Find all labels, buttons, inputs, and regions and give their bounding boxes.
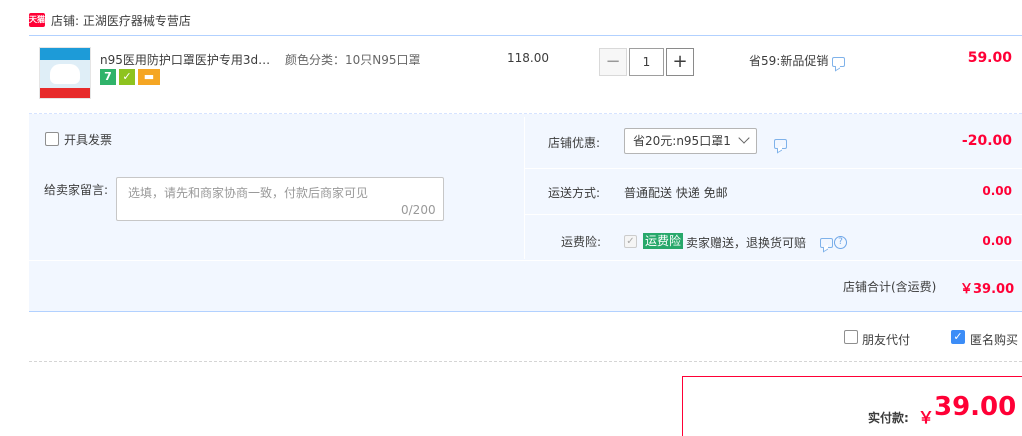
insurance-label: 运费险:: [561, 235, 602, 249]
item-subtotal: 59.00: [967, 50, 1012, 66]
divider: [524, 117, 525, 259]
decrease-quantity-button[interactable]: −: [599, 48, 627, 76]
shipping-method: 普通配送 快递 免邮: [624, 186, 728, 200]
insurance-description: 卖家赠送，退换货可赔: [686, 236, 807, 250]
anonymous-checkbox[interactable]: ✓: [951, 330, 965, 344]
shop-name-link[interactable]: 店铺: 正湖医疗器械专营店: [51, 12, 191, 29]
coupon-select[interactable]: 省20元:n95口罩1: [624, 128, 757, 154]
shop-total-amount: ￥39.00: [960, 282, 1015, 297]
divider: [29, 260, 1022, 261]
shop-discount-amount: -20.00: [961, 133, 1012, 149]
promotion-info: 省59:新品促销: [749, 52, 846, 69]
promotion-label: 省59:新品促销: [749, 54, 829, 68]
anonymous-label[interactable]: 匿名购买: [970, 331, 1018, 348]
insurance-help: ?: [816, 235, 847, 249]
friend-pay-label[interactable]: 朋友代付: [862, 331, 910, 348]
insurance-checkbox: ✓: [624, 235, 637, 248]
tmall-logo: 天猫: [29, 13, 45, 27]
coupon-selected-value: 省20元:n95口罩1: [633, 134, 731, 148]
seven-day-return-icon[interactable]: 7: [100, 69, 116, 85]
pay-currency: ￥: [918, 408, 935, 427]
divider: [29, 361, 1022, 362]
divider: [525, 168, 1022, 169]
chevron-down-icon: [738, 132, 750, 144]
chat-icon[interactable]: [832, 56, 846, 67]
coupon-label: 店铺优惠:: [548, 136, 601, 150]
chat-icon[interactable]: [820, 237, 833, 248]
shipping-label: 运送方式:: [548, 186, 601, 200]
message-placeholder: 选填，请先和商家协商一致，付款后商家可见: [128, 186, 369, 200]
product-title-link[interactable]: n95医用防护口罩医护专用3d立...: [100, 51, 280, 68]
quantity-input[interactable]: 1: [629, 48, 664, 76]
pay-amount: 39.00: [934, 392, 1017, 422]
coupon-chat: [770, 136, 787, 150]
order-item-row: [29, 36, 1022, 114]
insurance-fee: 0.00: [982, 234, 1012, 248]
chat-icon[interactable]: [774, 138, 787, 149]
divider: [525, 214, 1022, 215]
invoice-checkbox[interactable]: [45, 132, 59, 146]
credit-card-icon[interactable]: ▬: [138, 69, 160, 85]
product-spec: 颜色分类：10只N95口罩: [285, 53, 421, 67]
insurance-tag: 运费险: [643, 233, 684, 249]
invoice-label[interactable]: 开具发票: [64, 131, 112, 148]
guarantee-icon[interactable]: ✓: [119, 69, 135, 85]
shop-total-label: 店铺合计(含运费): [843, 280, 937, 294]
shipping-fee: 0.00: [982, 184, 1012, 198]
pay-label: 实付款:: [868, 411, 909, 425]
help-icon[interactable]: ?: [834, 236, 847, 249]
product-thumbnail[interactable]: [39, 47, 91, 99]
service-badges: 7 ✓ ▬: [100, 69, 163, 85]
message-label: 给卖家留言:: [44, 183, 109, 197]
thumbnail-band-bottom: [40, 88, 90, 98]
thumbnail-band: [40, 48, 90, 60]
mask-image: [50, 64, 80, 84]
friend-pay-checkbox[interactable]: [844, 330, 858, 344]
increase-quantity-button[interactable]: +: [666, 48, 694, 76]
message-char-count: 0/200: [401, 203, 436, 217]
unit-price: 118.00: [507, 51, 549, 65]
